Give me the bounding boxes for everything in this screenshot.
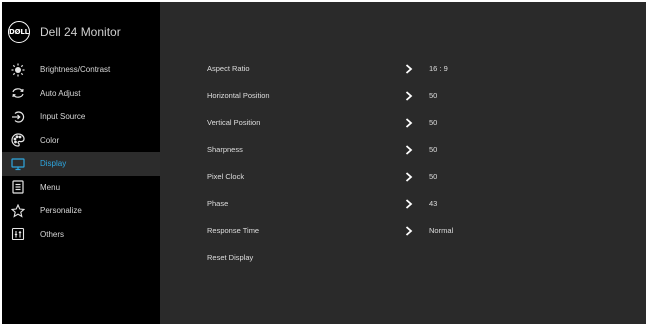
setting-label: Horizontal Position bbox=[207, 91, 270, 100]
chevron-right-icon bbox=[404, 225, 414, 236]
monitor-icon bbox=[4, 157, 32, 171]
setting-value: 50 bbox=[429, 145, 438, 154]
setting-value: 50 bbox=[429, 118, 438, 127]
setting-label: Vertical Position bbox=[207, 118, 261, 127]
sidebar-item-label: Personalize bbox=[40, 206, 82, 216]
sidebar-item-personalize[interactable]: Personalize bbox=[2, 199, 160, 223]
setting-label: Pixel Clock bbox=[207, 172, 245, 181]
setting-pixel-clock[interactable]: Pixel Clock 50 bbox=[207, 163, 627, 190]
setting-value: 16 : 9 bbox=[429, 64, 448, 73]
setting-response-time[interactable]: Response Time Normal bbox=[207, 217, 627, 244]
setting-label: Response Time bbox=[207, 226, 260, 235]
setting-value: 50 bbox=[429, 91, 438, 100]
sidebar: DØLL Dell 24 Monitor Brightness/Contrast… bbox=[2, 2, 160, 324]
sidebar-item-auto-adjust[interactable]: Auto Adjust bbox=[2, 82, 160, 106]
setting-label: Reset Display bbox=[207, 253, 254, 262]
setting-vertical-position[interactable]: Vertical Position 50 bbox=[207, 109, 627, 136]
sidebar-item-label: Others bbox=[40, 229, 65, 239]
setting-horizontal-position[interactable]: Horizontal Position 50 bbox=[207, 82, 627, 109]
sidebar-item-color[interactable]: Color bbox=[2, 129, 160, 153]
sidebar-nav: Brightness/Contrast Auto Adjust Input So… bbox=[2, 58, 160, 246]
brand-header: DØLL Dell 24 Monitor bbox=[8, 20, 121, 44]
settings-list: Aspect Ratio 16 : 9 Horizontal Position … bbox=[207, 55, 627, 271]
display-settings-panel: Aspect Ratio 16 : 9 Horizontal Position … bbox=[160, 2, 646, 324]
sidebar-item-label: Display bbox=[40, 159, 67, 169]
sidebar-item-input-source[interactable]: Input Source bbox=[2, 105, 160, 129]
chevron-right-icon bbox=[404, 90, 414, 101]
setting-aspect-ratio[interactable]: Aspect Ratio 16 : 9 bbox=[207, 55, 627, 82]
setting-sharpness[interactable]: Sharpness 50 bbox=[207, 136, 627, 163]
auto-adjust-arrows-icon bbox=[4, 86, 32, 100]
sidebar-item-label: Color bbox=[40, 135, 60, 145]
menu-list-icon bbox=[4, 180, 32, 194]
sidebar-item-menu[interactable]: Menu bbox=[2, 176, 160, 200]
sidebar-item-label: Input Source bbox=[40, 112, 86, 122]
setting-value: Normal bbox=[429, 226, 454, 235]
input-source-icon bbox=[4, 110, 32, 124]
sidebar-item-label: Menu bbox=[40, 182, 61, 192]
chevron-right-icon bbox=[404, 117, 414, 128]
sun-icon bbox=[4, 63, 32, 77]
star-icon bbox=[4, 203, 32, 218]
setting-value: 50 bbox=[429, 172, 438, 181]
sidebar-item-label: Auto Adjust bbox=[40, 88, 81, 98]
setting-value: 43 bbox=[429, 199, 438, 208]
sidebar-item-others[interactable]: Others bbox=[2, 223, 160, 247]
brand-title: Dell 24 Monitor bbox=[40, 25, 121, 39]
chevron-right-icon bbox=[404, 198, 414, 209]
setting-label: Aspect Ratio bbox=[207, 64, 250, 73]
sliders-icon bbox=[4, 227, 32, 241]
dell-logo: DØLL bbox=[8, 21, 30, 43]
chevron-right-icon bbox=[404, 144, 414, 155]
sidebar-item-label: Brightness/Contrast bbox=[40, 65, 111, 75]
setting-label: Phase bbox=[207, 199, 229, 208]
sidebar-item-brightness-contrast[interactable]: Brightness/Contrast bbox=[2, 58, 160, 82]
chevron-right-icon bbox=[404, 171, 414, 182]
palette-icon bbox=[4, 133, 32, 147]
setting-phase[interactable]: Phase 43 bbox=[207, 190, 627, 217]
setting-reset-display[interactable]: Reset Display bbox=[207, 244, 627, 271]
sidebar-item-display[interactable]: Display bbox=[2, 152, 160, 176]
setting-label: Sharpness bbox=[207, 145, 243, 154]
chevron-right-icon bbox=[404, 63, 414, 74]
monitor-osd: DØLL Dell 24 Monitor Brightness/Contrast… bbox=[2, 2, 646, 324]
